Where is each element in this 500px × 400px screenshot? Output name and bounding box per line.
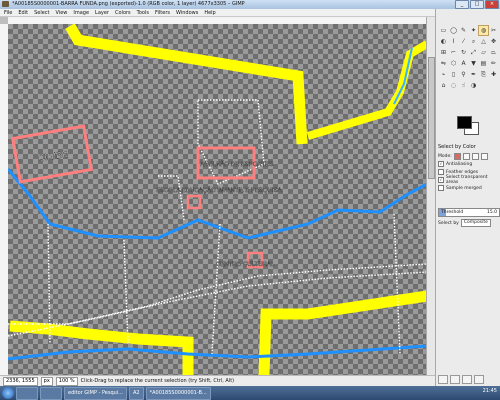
window-title: *A00185S0000001-BARRA FUNDA.png (exporte…	[12, 1, 245, 7]
antialiasing-label: Antialiasing	[446, 161, 473, 167]
mode-intersect-button[interactable]	[480, 152, 488, 160]
street-7	[393, 213, 401, 355]
label-escola: ESCOLA EDUCAÇÃO INFANTIL E PESQUISA	[156, 187, 281, 194]
menu-filters[interactable]: Filters	[155, 9, 170, 16]
start-button[interactable]	[2, 387, 14, 399]
mode-subtract-button[interactable]	[471, 152, 479, 160]
street-8	[158, 175, 185, 221]
feather-checkbox[interactable]	[438, 169, 444, 175]
sample-merged-checkbox[interactable]	[438, 185, 444, 191]
transparent-row: ✓ Select transparent areas	[438, 175, 499, 185]
save-options-button[interactable]	[438, 375, 448, 384]
dodge-burn-icon[interactable]: ◑	[468, 80, 479, 91]
sample-merged-row: Sample merged	[438, 184, 499, 192]
system-tray: 21:45	[483, 388, 497, 394]
toolbox-bottom-buttons	[438, 375, 484, 384]
tool-options: Select by Color Mode: ✓ Antialiasing Fea…	[438, 144, 499, 192]
threshold-value: 15.0	[486, 210, 497, 215]
status-message: Click-Drag to replace the current select…	[80, 378, 235, 384]
canvas-area: CLUBE PAVILHÃO DE ESPORTES ESCOLA EDUCAÇ…	[0, 17, 435, 375]
street-5	[123, 239, 129, 345]
menu-layer[interactable]: Layer	[95, 9, 109, 16]
menu-select[interactable]: Select	[34, 9, 49, 16]
river-bottom	[8, 344, 427, 361]
close-button[interactable]: ×	[485, 0, 499, 9]
foreground-color-swatch[interactable]	[457, 116, 472, 129]
status-bar: 2336, 1555 px 100 % Click-Drag to replac…	[0, 375, 435, 386]
building-escola	[186, 194, 202, 210]
move-icon[interactable]: ✥	[488, 36, 499, 47]
road-bottom-right	[258, 290, 427, 375]
perspective-icon[interactable]: ⏢	[488, 47, 499, 58]
antialiasing-row: ✓ Antialiasing	[438, 160, 499, 168]
unit-select[interactable]: px	[40, 376, 53, 386]
menu-view[interactable]: View	[56, 9, 68, 16]
scrollbar-thumb[interactable]	[428, 57, 435, 179]
toolbox-panel: ▭ ◯ ✎ ✦ ◍ ✂ ◐ ⌇ ⁄ ⌕ △ ✥ ⊞ ⌐ ↻ ⤢ ▱ ⏢ ⇋ ⬡ …	[435, 9, 500, 386]
reset-options-button[interactable]	[474, 375, 484, 384]
feather-label: Feather edges	[446, 169, 479, 175]
tool-options-title: Select by Color	[438, 144, 476, 150]
image-canvas[interactable]: CLUBE PAVILHÃO DE ESPORTES ESCOLA EDUCAÇ…	[8, 24, 427, 375]
road-top	[65, 24, 308, 145]
scissors-icon[interactable]: ✂	[488, 25, 499, 36]
menu-bar: File Edit Select View Image Layer Colors…	[0, 9, 435, 17]
mode-replace-button[interactable]	[453, 152, 461, 160]
menu-file[interactable]: File	[4, 9, 12, 16]
taskbar-item-image[interactable]: *A00185S0000001-B...	[145, 386, 211, 400]
menu-image[interactable]: Image	[73, 9, 89, 16]
label-clube: CLUBE	[37, 149, 68, 163]
tray-clock: 21:45	[482, 388, 497, 394]
maximize-button[interactable]: □	[470, 0, 484, 9]
pointer-coords: 2336, 1555	[3, 376, 38, 386]
vertical-scrollbar[interactable]	[426, 17, 435, 375]
taskbar-quicklaunch-2[interactable]	[40, 386, 62, 400]
taskbar-quicklaunch-1[interactable]	[16, 386, 38, 400]
threshold-slider[interactable]: Threshold 15.0	[438, 208, 500, 217]
taskbar-item-a2[interactable]: A2	[128, 386, 144, 400]
threshold-label: Threshold	[441, 210, 464, 215]
map-image: CLUBE PAVILHÃO DE ESPORTES ESCOLA EDUCAÇ…	[8, 24, 427, 375]
minimize-button[interactable]: _	[455, 0, 469, 9]
restore-options-button[interactable]	[450, 375, 460, 384]
menu-help[interactable]: Help	[204, 9, 215, 16]
taskbar-item-gimp-editor[interactable]: editor GIMP - Pesqui...	[64, 386, 127, 400]
zoom-select[interactable]: 100 %	[55, 376, 78, 386]
label-centro: CENTRO CULTURAL	[216, 262, 275, 268]
select-by-dropdown[interactable]: Composite	[460, 219, 491, 227]
mode-add-button[interactable]	[462, 152, 470, 160]
tools-grid: ▭ ◯ ✎ ✦ ◍ ✂ ◐ ⌇ ⁄ ⌕ △ ✥ ⊞ ⌐ ↻ ⤢ ▱ ⏢ ⇋ ⬡ …	[438, 25, 500, 91]
taskbar: editor GIMP - Pesqui... A2 *A00185S00000…	[0, 386, 500, 400]
pencil-icon[interactable]: ✏	[488, 58, 499, 69]
transparent-checkbox[interactable]: ✓	[438, 177, 444, 183]
gimp-app-icon	[2, 1, 9, 7]
window-controls: _ □ ×	[455, 0, 499, 9]
antialiasing-checkbox[interactable]: ✓	[438, 161, 444, 167]
street-6	[211, 223, 221, 355]
sample-merged-label: Sample merged	[446, 185, 482, 191]
heal-icon[interactable]: ✚	[488, 69, 499, 80]
menu-tools[interactable]: Tools	[137, 9, 149, 16]
mode-label: Mode:	[438, 153, 452, 159]
select-by-row: Select by Composite	[438, 219, 491, 227]
menu-colors[interactable]: Colors	[115, 9, 131, 16]
mode-row: Mode:	[438, 152, 499, 160]
menu-windows[interactable]: Windows	[176, 9, 198, 16]
delete-options-button[interactable]	[462, 375, 472, 384]
transparent-label: Select transparent areas	[445, 175, 488, 185]
menu-edit[interactable]: Edit	[18, 9, 28, 16]
label-pavilhao: PAVILHÃO DE ESPORTES	[200, 161, 273, 168]
select-by-label: Select by	[438, 220, 459, 226]
